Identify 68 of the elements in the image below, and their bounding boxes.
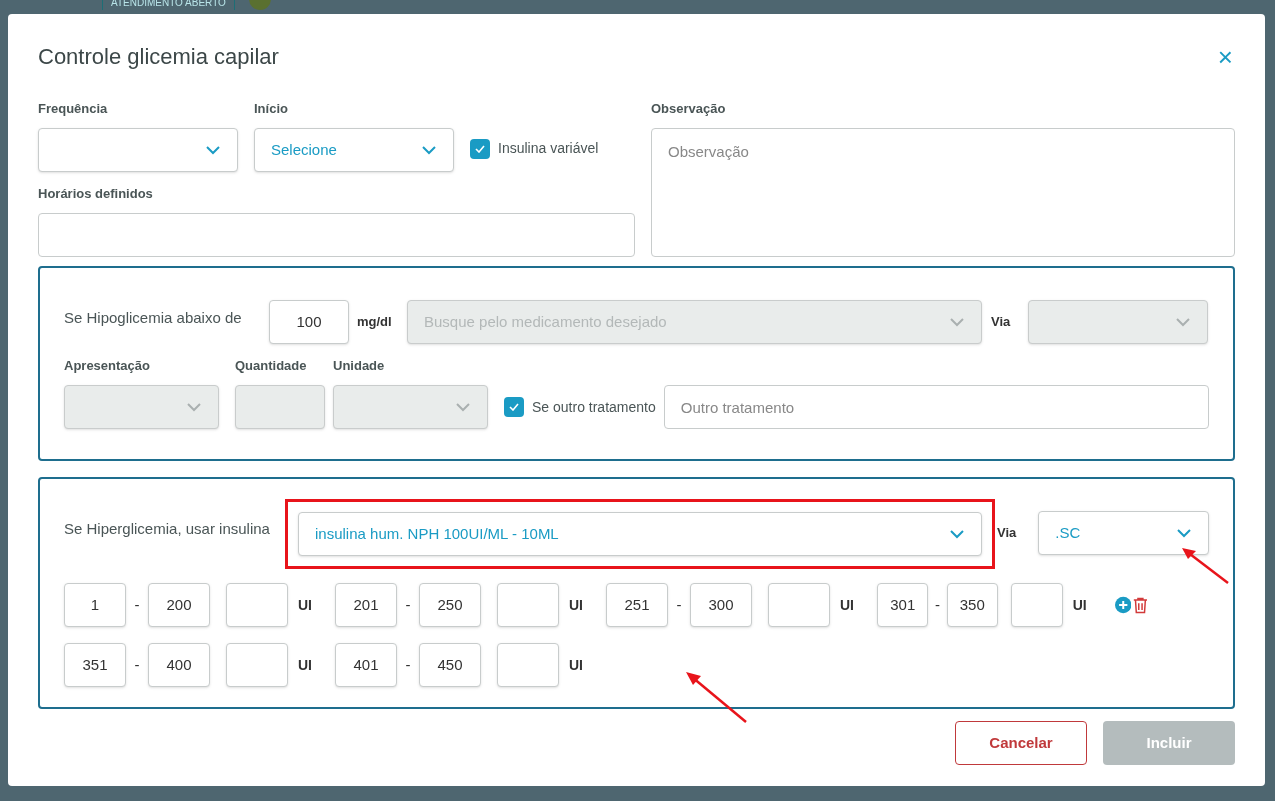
number-field[interactable]: 301 [877,583,929,627]
route-select[interactable] [1028,300,1208,344]
delete-icon[interactable] [1133,595,1148,615]
hypoglycemia-label: Se Hipoglicemia abaixo de [64,308,243,328]
unit-label: UI [1072,595,1087,615]
chevron-down-icon [205,145,221,155]
field-label: Observação [651,100,727,116]
dose-field[interactable] [497,643,559,687]
range-separator: - [133,594,141,615]
number-field[interactable]: 351 [64,643,126,687]
checkbox[interactable] [470,138,490,159]
observation-field[interactable]: Observação [651,128,1235,257]
field-label: Início [254,100,289,116]
chevron-down-icon [1175,317,1191,327]
checkbox-label: Insulina variável [498,139,599,158]
number-field[interactable]: 250 [419,583,481,627]
range-separator: - [404,594,412,615]
cancel-button[interactable]: Cancelar [955,721,1087,765]
chevron-down-icon [949,529,965,539]
number-field[interactable]: 300 [690,583,752,627]
checkbox-label: Se outro tratamento [532,397,656,417]
annotation-arrow [1180,545,1230,585]
hyperglycemia-label: Se Hiperglicemia, usar insulina [64,519,271,539]
unit-label: UI [298,595,312,615]
chevron-down-icon [1176,528,1192,538]
check-icon [475,144,485,153]
number-field[interactable]: 201 [335,583,397,627]
frequency-select[interactable] [38,128,238,172]
via-label: Via [997,524,1018,542]
chevron-down-icon [949,317,965,327]
field-label: Unidade [333,357,386,373]
dose-field[interactable] [226,583,288,627]
number-field[interactable]: 1 [64,583,126,627]
dose-field[interactable] [1011,583,1063,627]
schedule-field[interactable] [38,213,635,257]
field-label: Frequência [38,100,109,116]
field-label: Apresentação [64,357,151,373]
field-label: Horários definidos [38,185,154,201]
dose-field[interactable] [768,583,830,627]
dialog-title: Controle glicemia capilar [38,43,279,71]
presentation-select[interactable] [64,385,219,429]
quantity-field[interactable] [235,385,325,429]
unit-label: UI [298,655,312,675]
annotation-arrow [684,670,748,724]
dose-field[interactable] [226,643,288,687]
chevron-down-icon [186,402,202,412]
number-field[interactable]: 401 [335,643,397,687]
check-icon [509,403,519,411]
range-separator: - [133,654,141,675]
unit-label: UI [569,655,583,675]
number-field[interactable]: 251 [606,583,668,627]
chevron-down-icon [421,145,437,155]
dose-field[interactable] [497,583,559,627]
unit-select[interactable] [333,385,488,429]
add-icon[interactable] [1114,595,1132,615]
range-separator: - [404,654,412,675]
number-field[interactable]: 200 [148,583,210,627]
unit-label: UI [840,595,854,615]
unit-label: UI [569,595,583,615]
range-separator: - [934,594,941,615]
field-label: Quantidade [235,357,308,373]
range-separator: - [675,594,683,615]
unit-label: mg/dl [357,313,393,331]
number-field[interactable]: 400 [148,643,210,687]
number-field[interactable]: 450 [419,643,481,687]
chevron-down-icon [455,402,471,412]
number-field[interactable]: 350 [946,583,999,627]
via-label: Via [991,313,1012,331]
